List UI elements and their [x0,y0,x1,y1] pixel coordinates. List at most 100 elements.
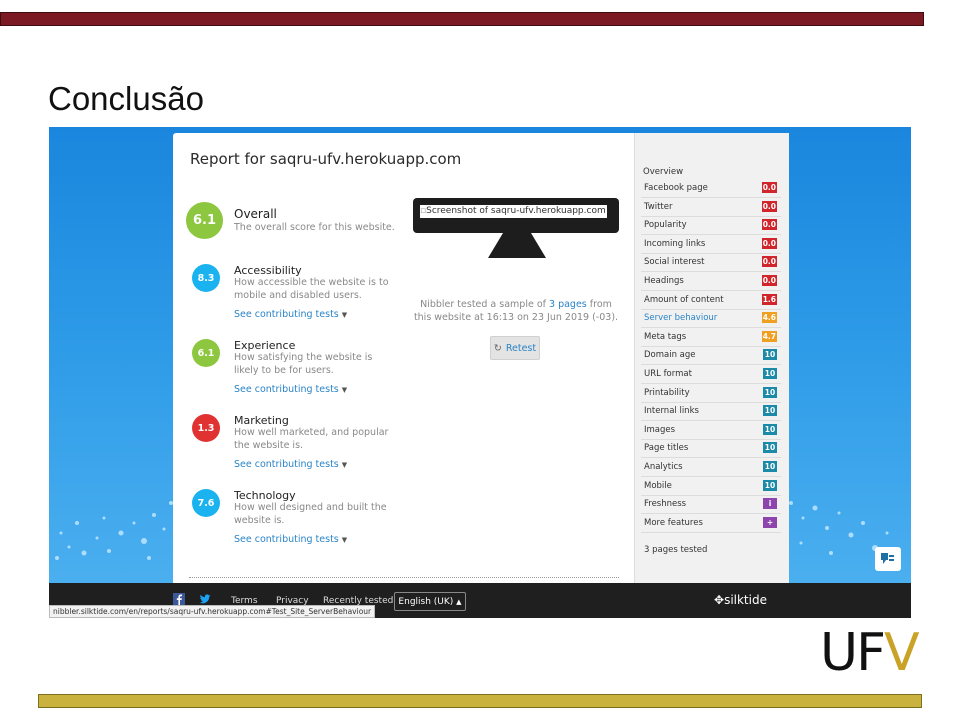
sidebar-item-label: Amount of content [644,294,724,305]
sidebar-item[interactable]: Popularity 0.0 [641,216,781,236]
monitor-stand [503,233,531,258]
sidebar-item-label: URL format [644,369,692,379]
sidebar-item-label: Headings [644,276,684,286]
contributing-tests-label: See contributing tests [234,309,339,320]
caret-down-icon: ▼ [341,461,348,469]
score-badge: 4.6 [761,312,777,324]
sidebar-item[interactable]: Headings 0.0 [641,272,781,291]
score-badge: 10 [763,423,777,435]
sidebar-item[interactable]: Server behaviour 4.6 [641,309,781,329]
contributing-tests-label: See contributing tests [234,534,339,545]
sidebar-item-label: Analytics [644,462,683,472]
experience-score-circle: 6.1 [192,339,220,367]
sidebar-item-label: Incoming links [644,238,706,249]
sidebar-item[interactable]: Incoming links 0.0 [641,235,781,254]
sidebar-item-label: Facebook page [644,183,708,193]
facebook-icon[interactable] [173,593,185,605]
retest-button[interactable]: ↻ Retest [490,336,540,360]
sidebar-item[interactable]: Printability 10 [641,384,781,403]
sidebar: Overview Facebook page 0.0 Twitter 0.0 Popul… [634,133,789,583]
slide-bottom-bar [38,694,922,708]
sidebar-item[interactable]: Internal links 10 [641,402,781,422]
twitter-icon[interactable] [199,593,211,605]
sidebar-overview[interactable]: Overview [643,167,683,177]
language-label: English (UK) [398,596,454,607]
sidebar-item-label: Printability [644,387,690,398]
sidebar-item-label: Server behaviour [644,313,718,324]
score-badge: + [763,516,777,528]
sidebar-item[interactable]: Analytics 10 [641,458,781,477]
accessibility-score-circle: 8.3 [192,264,220,292]
sidebar-item[interactable]: Freshness i [641,495,781,515]
score-badge: 4.7 [761,330,777,342]
sidebar-item[interactable]: Images 10 [641,421,781,440]
score-badge: 0.0 [761,219,777,231]
pages-link[interactable]: 3 pages [549,299,587,310]
marketing-desc: How well marketed, and popular the websi… [234,427,389,451]
technology-contributing-tests-link[interactable]: See contributing tests ▼ [234,534,347,545]
sidebar-item-label: Images [644,424,676,435]
sidebar-item-label: Page titles [644,443,689,454]
score-badge: 0.0 [761,200,777,212]
sidebar-item[interactable]: Mobile 10 [641,477,781,496]
monitor-stand-right [531,233,546,258]
retest-label: Retest [505,342,537,354]
language-select[interactable]: English (UK) ▲ [394,592,466,611]
silktide-logo[interactable]: ✥silktide [714,593,767,607]
accessibility-score: 8.3 [197,272,215,284]
sidebar-item-label: Internal links [644,406,699,417]
accessibility-contributing-tests-link[interactable]: See contributing tests ▼ [234,309,347,320]
report-main: Report for saqru-ufv.herokuapp.com 6.1 O… [173,133,634,583]
score-badge: i [763,498,777,510]
sidebar-item-label: Social interest [644,257,705,268]
decorative-dots-left [55,501,173,560]
sidebar-item[interactable]: Social interest 0.0 [641,253,781,273]
caret-down-icon: ▼ [341,536,348,544]
sidebar-item-label: Meta tags [644,331,687,342]
score-badge: 10 [763,386,777,398]
ufv-logo: UFV [820,627,920,679]
ufv-logo-u: U [820,623,858,683]
report-title: Report for saqru-ufv.herokuapp.com [190,150,462,168]
slide-top-bar [0,12,924,26]
accessibility-desc: How accessible the website is to mobile … [234,277,389,301]
sidebar-item[interactable]: More features + [641,514,781,533]
score-badge: 0.0 [761,275,777,286]
score-badge: 10 [763,479,777,491]
sidebar-item[interactable]: Amount of content 1.6 [641,291,781,310]
score-badge: 0.0 [761,237,777,249]
score-badge: 10 [763,349,777,361]
score-badge: 10 [763,442,777,454]
score-badge: 10 [763,368,777,379]
technology-score: 7.6 [197,497,215,509]
sidebar-item-label: Mobile [644,480,672,491]
sidebar-item[interactable]: Domain age 10 [641,346,781,366]
refresh-icon: ↻ [493,342,502,354]
sidebar-item[interactable]: Facebook page 0.0 [641,179,781,198]
marketing-score-circle: 1.3 [192,414,220,442]
sidebar-item-label: Freshness [644,499,687,510]
score-badge: 0.0 [761,256,777,268]
experience-contributing-tests-link[interactable]: See contributing tests ▼ [234,384,347,395]
score-badge: 0.0 [761,182,777,193]
caret-up-icon: ▲ [456,597,462,606]
chat-widget-icon[interactable] [875,547,901,571]
overall-title: Overall [234,207,277,221]
sidebar-item[interactable]: URL format 10 [641,365,781,384]
experience-score: 6.1 [197,347,215,359]
sidebar-item[interactable]: Page titles 10 [641,439,781,459]
sidebar-item[interactable]: Twitter 0.0 [641,198,781,217]
tested-text-before: Nibbler tested a sample of [420,299,550,310]
score-badge: 1.6 [761,293,777,305]
score-badge: 10 [763,405,777,417]
sidebar-item[interactable]: Meta tags 4.7 [641,328,781,347]
technology-desc: How well designed and built the website … [234,502,387,526]
overall-desc: The overall score for this website. [234,222,395,233]
technology-score-circle: 7.6 [192,489,220,517]
screenshot-alt-text: Screenshot of saqru-ufv.herokuapp.com [426,206,606,216]
slide-title: Conclusão [48,80,204,117]
website-screenshot: Report for saqru-ufv.herokuapp.com 6.1 O… [49,127,911,618]
monitor-frame: ▫Screenshot of saqru-ufv.herokuapp.com [413,198,619,233]
marketing-contributing-tests-link[interactable]: See contributing tests ▼ [234,459,347,470]
score-badge: 10 [763,461,777,472]
